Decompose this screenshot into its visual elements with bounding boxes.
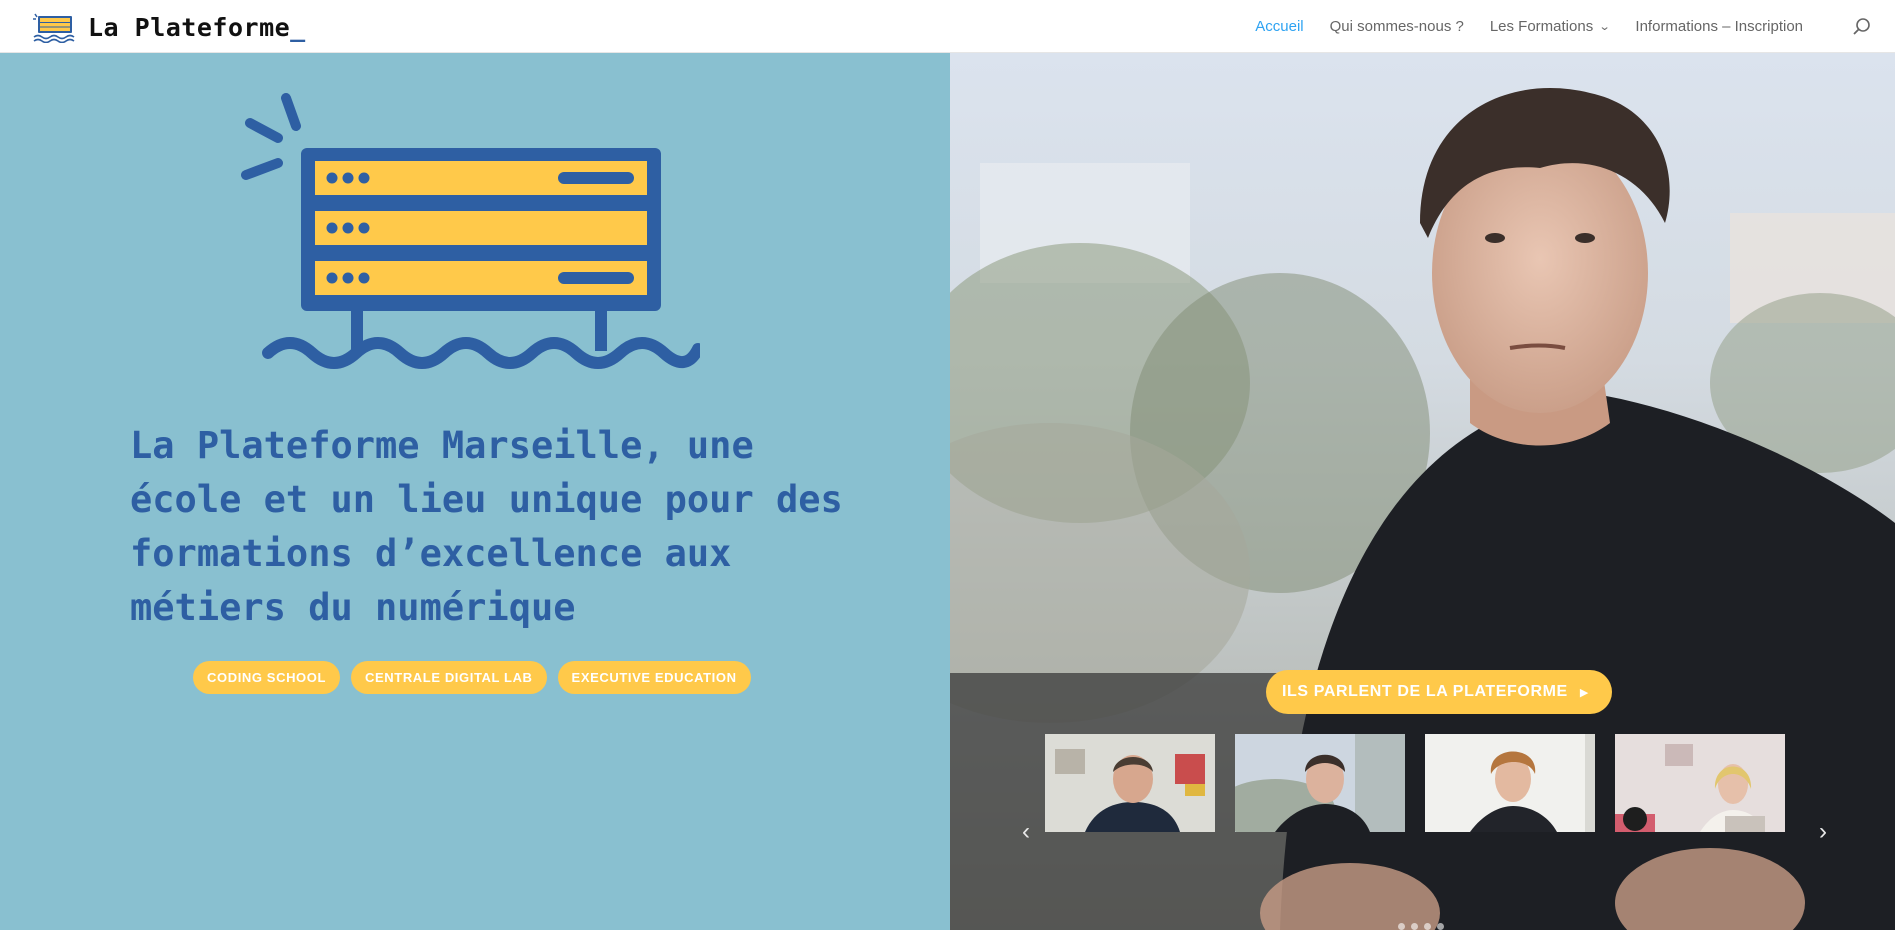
- video-thumbnail[interactable]: [1615, 734, 1785, 832]
- site-header: La Plateforme_ Accueil Qui sommes-nous ?…: [0, 0, 1895, 53]
- testimonials-cta-button[interactable]: ILS PARLENT DE LA PLATEFORME ▶: [1266, 670, 1613, 714]
- server-illustration: [241, 93, 700, 369]
- hero-title: La Plateforme Marseille, une école et un…: [130, 424, 843, 629]
- video-thumbnail[interactable]: [1425, 734, 1595, 832]
- carousel-dot[interactable]: [1398, 923, 1405, 930]
- video-thumbnails: [1045, 734, 1805, 832]
- video-section: ILS PARLENT DE LA PLATEFORME ▶ ‹ ›: [950, 53, 1895, 930]
- search-icon[interactable]: [1851, 16, 1873, 38]
- pill-centrale-digital-lab[interactable]: CENTRALE DIGITAL LAB: [351, 661, 547, 694]
- logo-icon: [33, 13, 75, 43]
- caret-right-icon: ▶: [1579, 686, 1589, 699]
- nav-item-accueil[interactable]: Accueil: [1255, 18, 1303, 35]
- site-logo[interactable]: La Plateforme_: [32, 10, 306, 44]
- hero-section: La Plateforme Marseille, une école et un…: [0, 53, 950, 930]
- logo-text: La Plateforme_: [88, 12, 306, 42]
- carousel-dot[interactable]: [1424, 923, 1431, 930]
- carousel-dot[interactable]: [1437, 923, 1444, 930]
- carousel-dot[interactable]: [1411, 923, 1418, 930]
- chevron-down-icon: ⌄: [1598, 21, 1611, 33]
- pill-coding-school[interactable]: CODING SCHOOL: [193, 661, 341, 694]
- main-nav: Accueil Qui sommes-nous ? Les Formations…: [1229, 0, 1803, 53]
- pill-executive-education[interactable]: EXECUTIVE EDUCATION: [557, 661, 751, 694]
- video-thumbnail[interactable]: [1235, 734, 1405, 832]
- nav-item-qui-sommes-nous[interactable]: Qui sommes-nous ?: [1330, 18, 1464, 35]
- carousel-prev-button[interactable]: ‹: [1015, 818, 1037, 845]
- video-thumbnail[interactable]: [1045, 734, 1215, 832]
- carousel-next-button[interactable]: ›: [1812, 818, 1834, 845]
- nav-item-informations-inscription[interactable]: Informations – Inscription: [1635, 18, 1803, 35]
- program-pills: CODING SCHOOL CENTRALE DIGITAL LAB EXECU…: [193, 661, 762, 694]
- nav-item-les-formations[interactable]: Les Formations ⌄: [1490, 18, 1611, 35]
- carousel-dots: [1398, 923, 1450, 930]
